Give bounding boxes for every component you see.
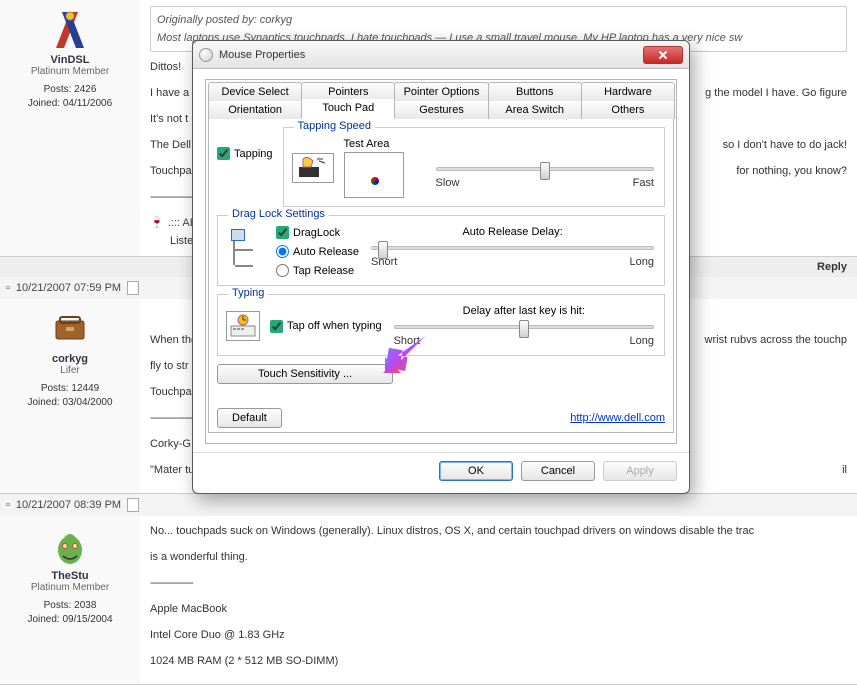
app-icon	[199, 48, 213, 62]
page-icon[interactable]	[127, 498, 139, 512]
group-label: Drag Lock Settings	[228, 208, 329, 220]
draglock-checkbox-label: DragLock	[293, 227, 340, 239]
typing-delay-slider[interactable]	[394, 325, 654, 329]
tab-device-select[interactable]: Device Select	[208, 82, 302, 101]
tab-pointer-options[interactable]: Pointer Options	[394, 82, 488, 101]
collapse-icon[interactable]: ▫	[6, 499, 10, 511]
signature-text: 1024 MB RAM (2 * 512 MB SO-DIMM)	[150, 652, 847, 670]
join-date: Joined: 03/04/2000	[5, 396, 135, 410]
post-text: for nothing, you know?	[736, 162, 847, 180]
auto-release-radio[interactable]: Auto Release	[276, 245, 359, 258]
slider-label-long: Long	[630, 335, 654, 347]
tap-off-typing-checkbox[interactable]: Tap off when typing	[270, 320, 382, 333]
user-title: Platinum Member	[5, 582, 135, 593]
tab-orientation[interactable]: Orientation	[208, 101, 302, 119]
post-count: Posts: 2426	[5, 83, 135, 97]
avatar	[50, 309, 90, 349]
post-text: wrist rubvs across the touchp	[705, 331, 847, 349]
test-area[interactable]	[344, 152, 404, 198]
typing-delay-label: Delay after last key is hit:	[392, 305, 656, 317]
draglock-checkbox-input[interactable]	[276, 226, 289, 239]
separator: ----------------	[150, 574, 847, 592]
signature-text: Intel Core Duo @ 1.83 GHz	[150, 626, 847, 644]
radio-label: Auto Release	[293, 246, 359, 258]
post-text: I have a	[150, 87, 189, 99]
signature-text: il	[842, 461, 847, 479]
touch-sensitivity-button[interactable]: Touch Sensitivity ...	[217, 364, 393, 384]
ok-button[interactable]: OK	[439, 461, 513, 481]
tapping-icon	[292, 153, 334, 183]
slider-label-short: Short	[394, 335, 420, 347]
post-text: The Dell	[150, 139, 191, 151]
tap-release-radio-input[interactable]	[276, 264, 289, 277]
draglock-icon	[226, 226, 262, 270]
user-title: Platinum Member	[5, 66, 135, 77]
titlebar[interactable]: Mouse Properties	[193, 41, 689, 69]
post-text: g the model I have. Go figure	[705, 84, 847, 102]
join-date: Joined: 09/15/2004	[5, 613, 135, 627]
tab-others[interactable]: Others	[581, 101, 675, 119]
mouse-properties-dialog: Mouse Properties Device Select Pointers …	[192, 40, 690, 494]
post-text: No... touchpads suck on Windows (general…	[150, 522, 847, 540]
avatar	[50, 10, 90, 50]
quote-attribution: Originally posted by: corkyg	[157, 11, 840, 29]
user-title: Lifer	[5, 365, 135, 376]
signature-text: "Mater tu	[150, 464, 194, 476]
tapping-checkbox-label: Tapping	[234, 148, 273, 160]
typing-icon	[226, 311, 260, 341]
reply-link[interactable]: Reply	[817, 261, 847, 273]
page-icon[interactable]	[127, 281, 139, 295]
wine-icon: 🍷	[150, 214, 164, 232]
test-area-label: Test Area	[344, 138, 404, 150]
slider-label-slow: Slow	[436, 177, 460, 189]
group-label: Typing	[228, 287, 268, 299]
signature-text: Apple MacBook	[150, 600, 847, 618]
tab-touch-pad[interactable]: Touch Pad	[301, 99, 395, 119]
tab-gestures[interactable]: Gestures	[394, 101, 488, 119]
slider-label-fast: Fast	[633, 177, 654, 189]
tap-release-radio[interactable]: Tap Release	[276, 264, 359, 277]
post-text: When the	[150, 334, 197, 346]
auto-release-delay-label: Auto Release Delay:	[369, 226, 656, 238]
username[interactable]: corkyg	[5, 353, 135, 365]
tab-buttons[interactable]: Buttons	[488, 82, 582, 101]
radio-label: Tap Release	[293, 265, 354, 277]
tab-hardware[interactable]: Hardware	[581, 82, 675, 101]
post-text: Touchpa	[150, 165, 192, 177]
checkbox-label: Tap off when typing	[287, 320, 382, 332]
cancel-button[interactable]: Cancel	[521, 461, 595, 481]
join-date: Joined: 04/11/2006	[5, 97, 135, 111]
default-button[interactable]: Default	[217, 408, 282, 428]
group-label: Tapping Speed	[294, 120, 375, 132]
window-title: Mouse Properties	[219, 49, 643, 61]
dell-link[interactable]: http://www.dell.com	[570, 412, 665, 424]
post-count: Posts: 2038	[5, 599, 135, 613]
tab-area-switch[interactable]: Area Switch	[488, 101, 582, 119]
apply-button[interactable]: Apply	[603, 461, 677, 481]
username[interactable]: TheStu	[5, 570, 135, 582]
post-text: is a wonderful thing.	[150, 548, 847, 566]
draglock-checkbox[interactable]: DragLock	[276, 226, 359, 239]
tap-off-typing-checkbox-input[interactable]	[270, 320, 283, 333]
tapping-checkbox-input[interactable]	[217, 147, 230, 160]
close-button[interactable]	[643, 46, 683, 64]
tapping-checkbox[interactable]: Tapping	[217, 147, 273, 160]
username[interactable]: VinDSL	[5, 54, 135, 66]
post-count: Posts: 12449	[5, 382, 135, 396]
auto-release-delay-slider[interactable]	[371, 246, 654, 250]
post-timestamp: 10/21/2007 07:59 PM	[16, 282, 121, 294]
auto-release-radio-input[interactable]	[276, 245, 289, 258]
tapping-speed-slider[interactable]	[436, 167, 654, 171]
collapse-icon[interactable]: ▫	[6, 282, 10, 294]
slider-label-long: Long	[630, 256, 654, 268]
post-text: so I don't have to do jack!	[723, 136, 847, 154]
post-timestamp: 10/21/2007 08:39 PM	[16, 499, 121, 511]
avatar	[50, 526, 90, 566]
